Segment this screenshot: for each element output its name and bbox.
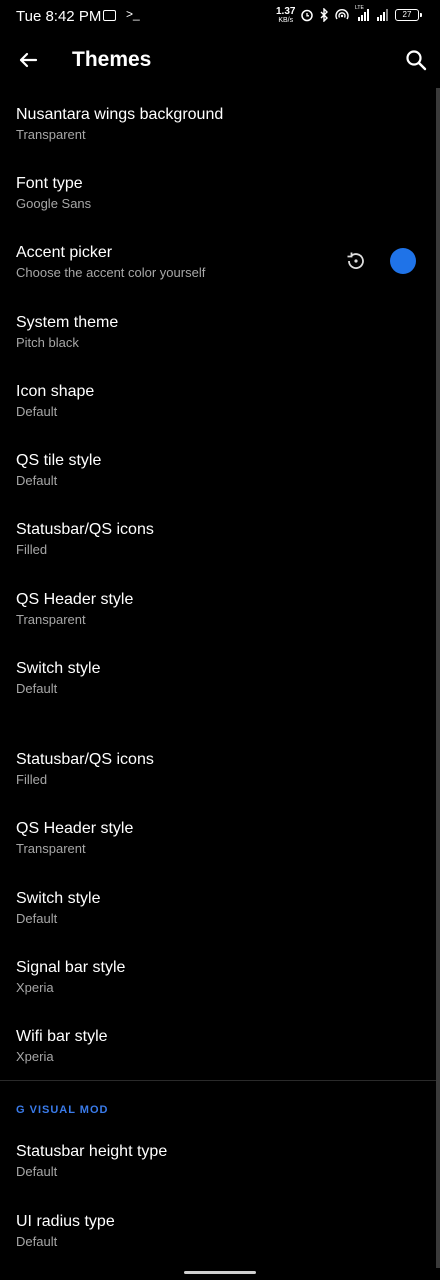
setting-item-switch-style[interactable]: Switch style Default [16,659,396,698]
setting-item-statusbar-qs-icons[interactable]: Statusbar/QS icons Filled [16,520,396,559]
setting-title: Accent picker [16,244,113,261]
setting-summary: Default [16,681,58,696]
setting-title: Switch style [16,890,101,907]
page-title: Themes [72,48,152,71]
setting-summary: Transparent [16,841,86,856]
battery-icon: 27 [395,9,422,21]
alarm-icon [301,9,313,22]
setting-item-signal-bar-style[interactable]: Signal bar style Xperia [16,958,396,997]
search-icon[interactable] [402,46,430,74]
app-bar: Themes [0,34,440,86]
setting-summary: Transparent [16,127,86,142]
setting-title: Statusbar/QS icons [16,521,154,538]
restore-icon[interactable] [344,249,368,273]
navigation-handle[interactable] [184,1271,256,1274]
setting-summary: Default [16,1164,58,1179]
scrollbar[interactable] [436,88,440,1268]
setting-item-statusbar-qs-icons-2[interactable]: Statusbar/QS icons Filled [16,750,396,789]
setting-title: Statusbar/QS icons [16,751,154,768]
section-header: G VISUAL MOD [16,1104,109,1116]
setting-title: UI radius type [16,1213,115,1230]
network-speed-unit: KB/s [278,17,294,24]
setting-summary: Google Sans [16,196,92,211]
setting-item-qs-header-style[interactable]: QS Header style Transparent [16,590,396,629]
setting-summary: Default [16,1234,58,1249]
bluetooth-icon [320,8,328,22]
hotspot-icon [335,9,349,20]
setting-item-font-type[interactable]: Font type Google Sans [16,174,396,213]
setting-summary: Transparent [16,612,86,627]
setting-item-qs-tile-style[interactable]: QS tile style Default [16,451,396,490]
signal-icon: LTE [355,5,371,22]
status-bar: Tue 8:42 PM >_ 1.37 KB/s LTE 27 [0,0,440,34]
setting-title: Icon shape [16,383,95,400]
accent-color-swatch[interactable] [390,248,416,274]
gallery-notification-icon [103,10,116,21]
setting-item-icon-shape[interactable]: Icon shape Default [16,382,396,421]
setting-summary: Default [16,473,58,488]
setting-summary: Xperia [16,980,54,995]
arrow-left-icon[interactable] [14,46,42,74]
setting-summary: Filled [16,772,48,787]
setting-summary: Default [16,911,58,926]
setting-title: Wifi bar style [16,1028,108,1045]
setting-summary: Xperia [16,1049,54,1064]
setting-title: Statusbar height type [16,1143,168,1160]
setting-title: QS Header style [16,820,134,837]
setting-title: Signal bar style [16,959,126,976]
accent-actions [344,248,416,274]
setting-item-statusbar-height-type[interactable]: Statusbar height type Default [16,1142,396,1181]
setting-summary: Default [16,404,58,419]
setting-title: Font type [16,175,83,192]
section-divider [0,1080,436,1081]
setting-summary: Choose the accent color yourself [16,265,206,280]
setting-item-system-theme[interactable]: System theme Pitch black [16,313,396,352]
status-icons: LTE 27 [300,5,422,22]
setting-title: Switch style [16,660,101,677]
setting-item-accent-picker[interactable]: Accent picker Choose the accent color yo… [16,243,336,282]
setting-item-wings-background[interactable]: Nusantara wings background Transparent [16,105,396,144]
setting-summary: Pitch black [16,335,79,350]
signal-icon-2 [377,9,388,21]
setting-item-qs-header-style-2[interactable]: QS Header style Transparent [16,819,396,858]
status-time: Tue 8:42 PM [16,8,102,25]
setting-summary: Filled [16,542,48,557]
setting-item-wifi-bar-style[interactable]: Wifi bar style Xperia [16,1027,396,1066]
setting-title: Nusantara wings background [16,106,224,123]
setting-title: QS tile style [16,452,102,469]
network-speed: 1.37 KB/s [276,7,295,25]
setting-title: QS Header style [16,591,134,608]
setting-item-switch-style-2[interactable]: Switch style Default [16,889,396,928]
terminal-notification-icon: >_ [126,7,140,21]
setting-title: System theme [16,314,119,331]
setting-item-ui-radius-type[interactable]: UI radius type Default [16,1212,396,1251]
